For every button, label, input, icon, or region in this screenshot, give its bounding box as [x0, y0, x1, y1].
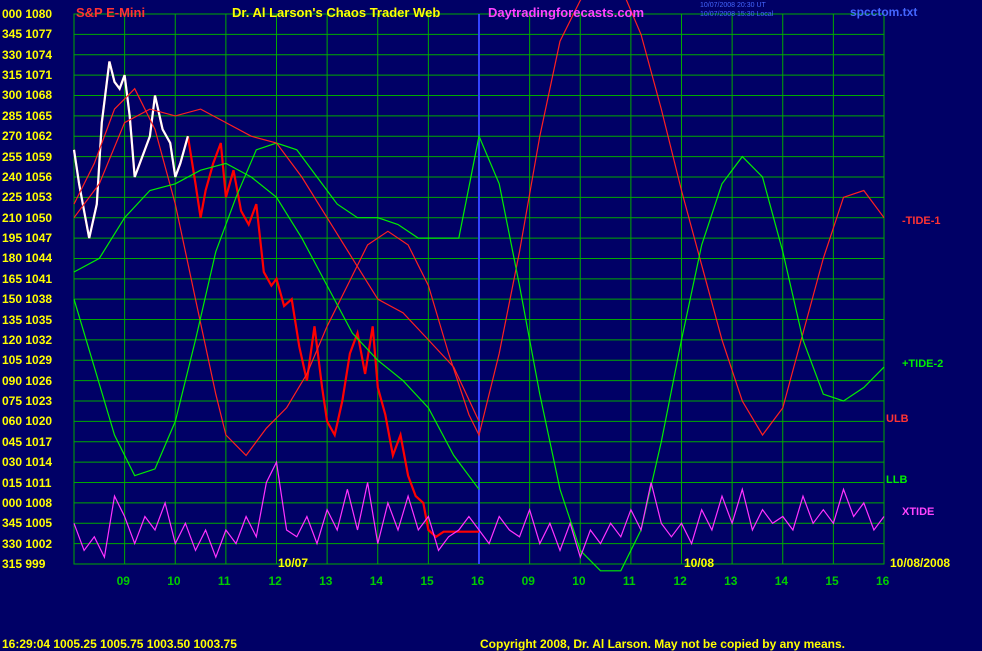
- y-tick-label: 030 1014: [2, 455, 53, 470]
- chart-title: Dr. Al Larson's Chaos Trader Web: [232, 5, 441, 20]
- time-line-1: 10/07/2008 20:30 UT: [700, 2, 766, 9]
- x-tick-label: 15: [825, 574, 839, 588]
- y-tick-label: 225 1053: [2, 190, 53, 205]
- y-tick-label: 000 1080: [2, 7, 53, 21]
- y-tick-label: 240 1056: [2, 169, 53, 184]
- y-tick-label: 285 1065: [2, 108, 53, 123]
- footer-copyright: Copyright 2008, Dr. Al Larson. May not b…: [480, 637, 845, 651]
- y-tick-label: 255 1059: [2, 149, 53, 164]
- x-tick-label: 13: [319, 574, 333, 588]
- y-tick-label: 060 1020: [2, 414, 53, 429]
- x-tick-label: 14: [369, 574, 384, 588]
- x-tick-label: 10: [572, 574, 586, 588]
- x-tick-label: 15: [420, 574, 434, 588]
- y-tick-label: 075 1023: [2, 394, 53, 409]
- y-tick-label: 195 1047: [2, 231, 53, 246]
- y-tick-label: 300 1068: [2, 88, 53, 103]
- x-tick-label: 10: [167, 574, 181, 588]
- label-xtide: XTIDE: [902, 506, 935, 518]
- date-label-3: 10/08/2008: [890, 556, 951, 570]
- y-tick-label: 000 1008: [2, 495, 53, 510]
- x-tick-label: 13: [724, 574, 738, 588]
- y-tick-label: 210 1050: [2, 210, 53, 225]
- y-tick-label: 150 1038: [2, 292, 53, 307]
- x-tick-label: 12: [673, 574, 687, 588]
- site-label: Daytradingforecasts.com: [488, 5, 645, 20]
- y-tick-label: 330 1002: [2, 536, 53, 551]
- label-tide1: -TIDE-1: [902, 215, 941, 227]
- y-tick-label: 345 1077: [2, 27, 53, 42]
- y-tick-label: 015 1011: [2, 475, 52, 490]
- y-tick-label: 315 999: [2, 557, 46, 571]
- instrument-label: S&P E-Mini: [76, 5, 146, 20]
- grid: [73, 13, 885, 565]
- y-tick-label: 045 1017: [2, 434, 53, 449]
- x-tick-label: 16: [471, 574, 485, 588]
- y-tick-label: 090 1026: [2, 373, 53, 388]
- label-llb: LLB: [886, 474, 908, 486]
- x-tick-label: 16: [876, 574, 890, 588]
- date-label-2: 10/08: [684, 556, 715, 570]
- y-tick-label: 270 1062: [2, 129, 53, 144]
- x-tick-label: 14: [774, 574, 789, 588]
- x-tick-label: 09: [116, 574, 130, 588]
- label-tide2: +TIDE-2: [902, 358, 944, 370]
- x-tick-label: 09: [521, 574, 535, 588]
- file-label: spcctom.txt: [850, 5, 918, 19]
- y-tick-label: 135 1035: [2, 312, 53, 327]
- date-label-1: 10/07: [278, 556, 309, 570]
- y-tick-label: 165 1041: [2, 271, 53, 286]
- y-tick-label: 330 1074: [2, 47, 53, 62]
- y-tick-label: 315 1071: [2, 68, 53, 83]
- time-line-2: 10/07/2008 15:30 Local: [700, 11, 774, 18]
- chart-svg: [72, 0, 885, 572]
- y-tick-label: 180 1044: [2, 251, 53, 266]
- y-tick-label: 105 1029: [2, 353, 53, 368]
- x-tick-label: 11: [217, 574, 231, 588]
- x-tick-label: 12: [268, 574, 282, 588]
- label-ulb: ULB: [886, 413, 909, 425]
- y-tick-label: 120 1032: [2, 332, 53, 347]
- y-tick-label: 345 1005: [2, 516, 53, 531]
- footer-quote: 16:29:04 1005.25 1005.75 1003.50 1003.75: [2, 637, 237, 651]
- x-tick-label: 11: [622, 574, 636, 588]
